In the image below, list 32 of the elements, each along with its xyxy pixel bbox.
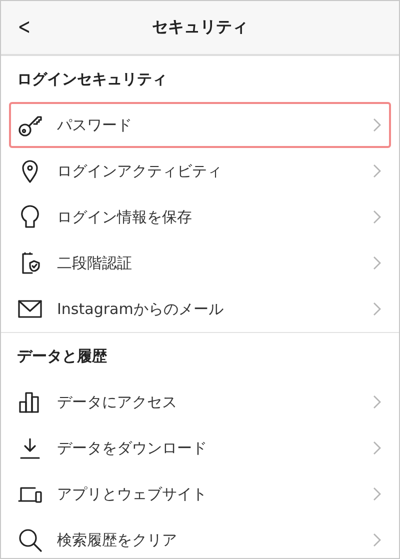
section-heading: データと履歴 xyxy=(16,346,108,366)
section-heading: ログインセキュリティ xyxy=(16,68,168,90)
menu-item[interactable]: データにアクセス xyxy=(9,379,391,425)
menu-item-label: Instagramからのメール xyxy=(57,300,224,318)
menu-item[interactable]: アプリとウェブサイト xyxy=(9,471,391,517)
menu-item-label: ログインアクティビティ xyxy=(57,162,223,180)
menu-item-label: ログイン情報を保存 xyxy=(57,208,193,226)
page-title: セキュリティ xyxy=(152,17,248,38)
chevron-icon xyxy=(373,256,381,270)
chevron-icon xyxy=(373,533,381,547)
menu-item-label: 二段階認証 xyxy=(57,254,133,272)
chevron-icon xyxy=(373,441,381,455)
menu-item-label: 検索履歴をクリア xyxy=(57,530,178,550)
chevron-icon xyxy=(373,395,381,409)
menu-item[interactable]: 検索履歴をクリア xyxy=(9,517,391,558)
menu-item[interactable]: ログイン情報を保存 xyxy=(9,194,391,240)
menu-item-label: パスワード xyxy=(57,116,133,134)
chevron-icon xyxy=(373,487,381,501)
back-button[interactable]: < xyxy=(18,15,31,40)
menu-item[interactable]: Instagramからのメール xyxy=(9,286,391,332)
menu-item-label: アプリとウェブサイト xyxy=(57,484,208,504)
menu-item[interactable]: データをダウンロード xyxy=(9,425,391,471)
chevron-icon xyxy=(373,164,381,178)
menu-item[interactable]: 二段階認証 xyxy=(9,240,391,286)
search-icon xyxy=(17,527,43,553)
chevron-icon xyxy=(373,210,381,224)
chevron-icon xyxy=(373,302,381,316)
menu-item-label: データにアクセス xyxy=(57,392,178,412)
chevron-icon xyxy=(373,118,381,132)
menu-item[interactable]: ログインアクティビティ xyxy=(9,148,391,194)
highlighted-menu-item[interactable]: パスワード xyxy=(9,102,391,148)
menu-item-label: データをダウンロード xyxy=(57,438,208,458)
